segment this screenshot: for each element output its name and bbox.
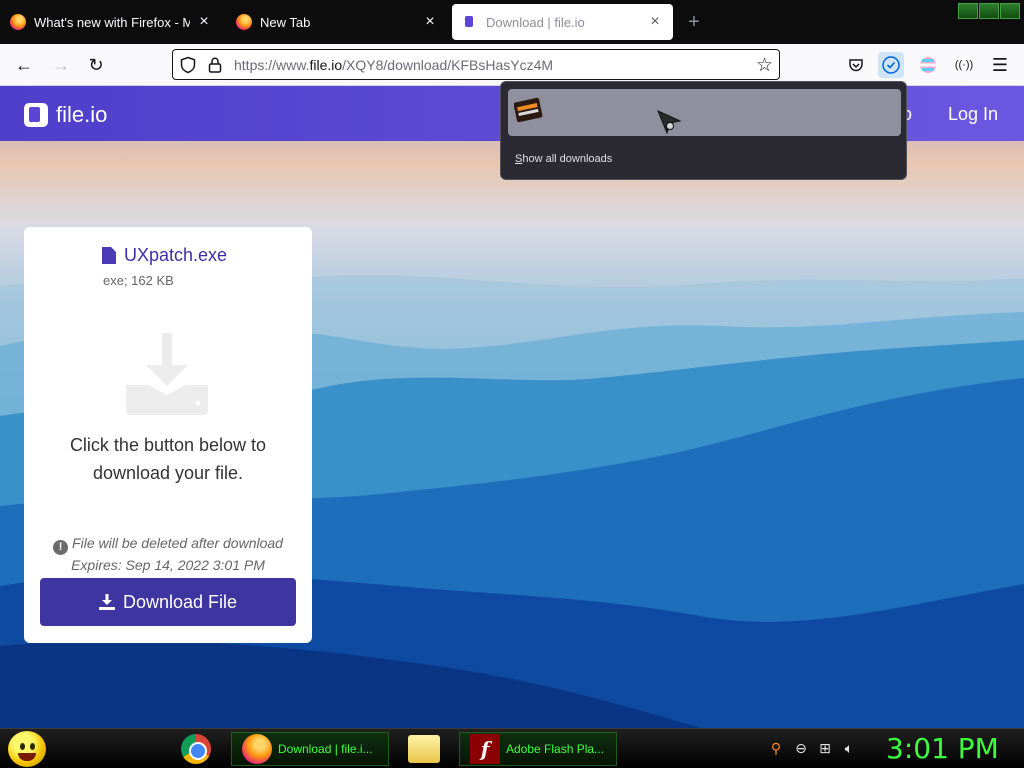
file-name-text: UXpatch.exe (124, 245, 228, 265)
extension-icon[interactable] (915, 52, 941, 78)
smiley-eye (30, 743, 35, 750)
login-link[interactable]: Log In (948, 104, 998, 125)
download-file-label: Download File (122, 591, 238, 612)
mouse-cursor-icon (657, 110, 682, 135)
file-card: UXpatch.exe exe; 162 KB Click the button… (24, 227, 312, 643)
url-text[interactable]: https://www.file.io/XQY8/download/KFBsHa… (234, 57, 553, 73)
nav-bar: ← → ↻ https://www.file.io/XQY8/download/… (0, 44, 1024, 86)
tab-title: Download | file.io (486, 14, 585, 30)
url-host: file.io (309, 57, 343, 73)
file-name: UXpatch.exe (102, 245, 227, 266)
download-icon (98, 594, 115, 610)
web-page: file.io o Log In UXpatch.exe exe; 162 KB… (0, 86, 1024, 728)
downloads-icon[interactable] (878, 52, 904, 78)
fileio-icon (462, 14, 478, 30)
tab-new-tab[interactable]: New Tab × (226, 4, 448, 40)
close-icon[interactable]: × (196, 14, 212, 30)
minimize-button[interactable] (958, 3, 978, 19)
tab-whats-new[interactable]: What's new with Firefox - More × (0, 4, 222, 40)
show-all-downloads-link[interactable]: Show all downloads (515, 153, 612, 165)
forward-button[interactable]: → (49, 53, 73, 77)
taskbar-item-label: Adobe Flash Pla... (506, 742, 605, 756)
close-icon[interactable]: × (647, 14, 663, 30)
tab-title: What's new with Firefox - More (34, 14, 190, 30)
reload-button[interactable]: ↻ (84, 53, 108, 77)
folder-icon[interactable] (408, 735, 440, 763)
tab-title: New Tab (260, 14, 311, 30)
download-file-button[interactable]: Download File (40, 578, 296, 626)
url-bar[interactable]: https://www.file.io/XQY8/download/KFBsHa… (172, 49, 780, 80)
firefox-icon (10, 14, 26, 30)
close-window-button[interactable] (1000, 3, 1020, 19)
lock-icon[interactable] (206, 56, 224, 74)
firefox-icon (242, 734, 272, 764)
pocket-icon[interactable] (843, 52, 869, 78)
notice-expiry-text: Expires: Sep 14, 2022 3:01 PM (71, 557, 265, 573)
card-message-line2: download your file. (92, 463, 244, 483)
card-message: Click the button below to download your … (24, 431, 312, 487)
taskbar: Download | file.i... f Adobe Flash Pla..… (0, 728, 1024, 768)
info-icon: ! (53, 540, 69, 555)
taskbar-item-flash[interactable]: f Adobe Flash Pla... (459, 732, 617, 766)
broadcast-icon[interactable]: ((·)) (951, 52, 977, 78)
flash-icon: f (470, 734, 500, 764)
notice-delete-text: File will be deleted after download (72, 535, 283, 551)
fileio-logo-icon (24, 103, 48, 127)
start-button[interactable] (8, 731, 46, 767)
smiley-mouth (18, 753, 36, 761)
tab-strip: What's new with Firefox - More × New Tab… (0, 0, 1024, 44)
expiry-notice: ! File will be deleted after download Exp… (24, 533, 312, 575)
volume-icon[interactable]: 🔈︎ (841, 740, 857, 756)
taskbar-clock[interactable]: 3:01 PM (886, 732, 999, 765)
bookmark-star-icon[interactable]: ☆ (756, 54, 773, 77)
network-minus-icon[interactable]: ⊖ (793, 740, 809, 756)
maximize-button[interactable] (979, 3, 999, 19)
downloads-panel: Show all downloads (500, 81, 907, 180)
menu-icon[interactable]: ☰ (987, 52, 1013, 78)
download-item[interactable] (508, 89, 901, 136)
firefox-icon (236, 14, 252, 30)
site-logo[interactable]: file.io (24, 102, 107, 128)
network-icon[interactable]: ⊞ (817, 740, 833, 756)
url-prefix: https://www. (234, 57, 310, 73)
search-icon[interactable]: ⚲ (768, 740, 784, 756)
download-check-icon (882, 56, 900, 74)
executable-file-icon (514, 97, 543, 123)
download-tray-icon (126, 333, 208, 415)
smiley-eye (20, 743, 25, 750)
taskbar-item-label: Download | file.i... (278, 742, 373, 756)
show-all-rest: how all downloads (522, 153, 613, 165)
card-message-line1: Click the button below to (69, 435, 267, 455)
file-meta: exe; 162 KB (103, 273, 174, 288)
tab-download-fileio[interactable]: Download | file.io × (452, 4, 673, 40)
site-logo-text: file.io (56, 102, 108, 127)
file-icon (102, 247, 116, 264)
screen: What's new with Firefox - More × New Tab… (0, 0, 1024, 768)
shield-icon[interactable] (179, 56, 197, 74)
close-icon[interactable]: × (422, 14, 438, 30)
chrome-icon[interactable] (181, 734, 211, 764)
url-path: /XQY8/download/KFBsHasYcz4M (342, 57, 554, 73)
back-button[interactable]: ← (12, 53, 36, 77)
taskbar-item-firefox[interactable]: Download | file.i... (231, 732, 389, 766)
new-tab-button[interactable]: + (684, 12, 704, 32)
extension-flag-icon (920, 57, 936, 73)
